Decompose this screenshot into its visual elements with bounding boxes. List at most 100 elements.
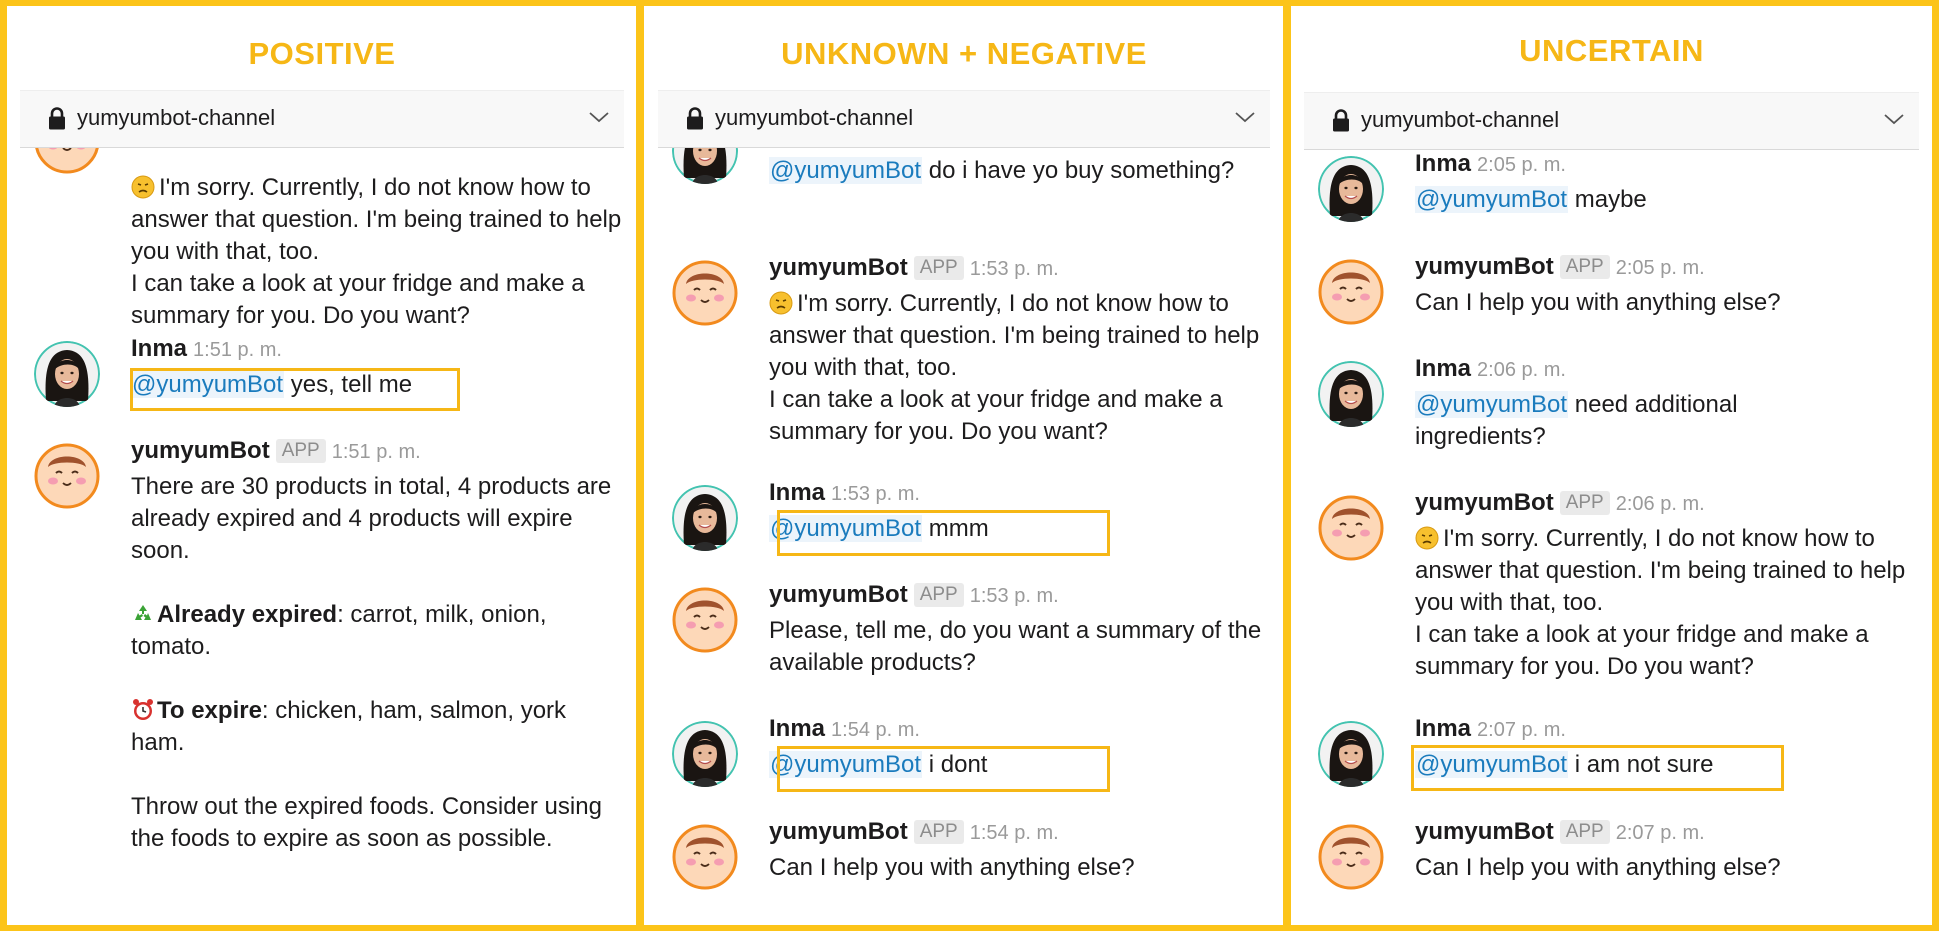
user-avatar-inma-icon <box>1318 361 1384 427</box>
bot-avatar-yumyumbot-icon <box>34 443 100 509</box>
comparison-figure: POSITIVE yumyumbot-channel I'm sorry. Cu… <box>0 0 1939 931</box>
message-author[interactable]: Inma <box>131 335 187 362</box>
message-time[interactable]: 1:51 p. m. <box>332 441 421 463</box>
message-author[interactable]: Inma <box>1415 355 1471 382</box>
app-badge: APP <box>1559 255 1610 279</box>
bot-avatar-yumyumbot-icon <box>35 148 99 174</box>
message-text: @yumyumBot do i have yo buy something? <box>769 157 1235 184</box>
message-text: Please, tell me, do you want a summary o… <box>769 617 1262 676</box>
message-text: @yumyumBot need additional ingredients? <box>1415 391 1738 450</box>
bot-avatar-yumyumbot-icon <box>672 260 738 326</box>
message-time[interactable]: 1:54 p. m. <box>831 719 920 741</box>
user-avatar <box>1318 721 1384 787</box>
bot-avatar-yumyumbot-icon <box>672 587 738 653</box>
message-author[interactable]: yumyumBot <box>769 581 908 608</box>
frame-border-left <box>0 0 7 931</box>
panel-title: UNKNOWN + NEGATIVE <box>781 36 1147 71</box>
message-author[interactable]: Inma <box>769 479 825 506</box>
message-text: @yumyumBot maybe <box>1415 186 1647 213</box>
app-badge: APP <box>275 439 326 463</box>
expired-line: Already expired: carrot, milk, onion, to… <box>131 601 547 660</box>
channel-header[interactable]: yumyumbot-channel <box>658 90 1270 148</box>
panel-unknown-negative: UNKNOWN + NEGATIVE yumyumbot-channel @yu… <box>644 0 1284 931</box>
message-time[interactable]: 2:06 p. m. <box>1616 493 1705 515</box>
bot-avatar <box>1318 824 1384 890</box>
message-author[interactable]: yumyumBot <box>769 818 908 845</box>
channel-header[interactable]: yumyumbot-channel <box>20 90 624 148</box>
bot-avatar <box>672 824 738 890</box>
frame-border-top <box>0 0 1939 6</box>
user-avatar <box>34 341 100 407</box>
message-author[interactable]: yumyumBot <box>1415 253 1554 280</box>
summary-text: There are 30 products in total, 4 produc… <box>131 473 612 564</box>
message-text: Can I help you with anything else? <box>1415 854 1781 881</box>
message-author[interactable]: yumyumBot <box>769 254 908 281</box>
recycle-emoji <box>131 602 155 626</box>
channel-name: yumyumbot-channel <box>1361 107 1560 132</box>
bot-avatar <box>1318 495 1384 561</box>
highlight-box <box>1411 745 1784 791</box>
message-list: I'm sorry. Currently, I do not know how … <box>6 148 638 911</box>
message-author[interactable]: Inma <box>769 715 825 742</box>
panel-divider <box>1283 0 1291 931</box>
bot-avatar <box>34 443 100 509</box>
message-author[interactable]: yumyumBot <box>131 437 270 464</box>
frame-border-bottom <box>0 925 1939 931</box>
user-avatar <box>672 721 738 787</box>
panel-title: UNCERTAIN <box>1519 33 1704 68</box>
channel-name: yumyumbot-channel <box>77 105 276 130</box>
highlight-box <box>777 510 1110 556</box>
message-text: I'm sorry. Currently, I do not know how … <box>131 174 622 329</box>
panel-uncertain: UNCERTAIN yumyumbot-channel Inma 2:05 p. … <box>1290 0 1933 931</box>
chevron-down-icon[interactable] <box>588 109 610 125</box>
channel-header[interactable]: yumyumbot-channel <box>1304 92 1919 150</box>
message-text: Can I help you with anything else? <box>769 854 1135 881</box>
bot-avatar-yumyumbot-icon <box>1318 824 1384 890</box>
user-avatar-inma-icon <box>34 341 100 407</box>
message-time[interactable]: 2:06 p. m. <box>1477 359 1566 381</box>
app-badge: APP <box>1559 820 1610 844</box>
message-text: I'm sorry. Currently, I do not know how … <box>769 290 1260 445</box>
message-time[interactable]: 1:54 p. m. <box>970 822 1059 844</box>
lock-icon <box>49 107 65 130</box>
message-time[interactable]: 1:51 p. m. <box>193 339 282 361</box>
bot-avatar <box>1318 259 1384 325</box>
message-time[interactable]: 1:53 p. m. <box>831 483 920 505</box>
message-author[interactable]: yumyumBot <box>1415 489 1554 516</box>
message-time[interactable]: 2:07 p. m. <box>1616 822 1705 844</box>
user-avatar-inma-icon <box>672 148 738 184</box>
message-time[interactable]: 2:05 p. m. <box>1477 154 1566 176</box>
message-time[interactable]: 2:05 p. m. <box>1616 257 1705 279</box>
message-text: There are 30 products in total, 4 produc… <box>131 471 624 855</box>
chevron-down-icon[interactable] <box>1883 111 1905 127</box>
bot-avatar-yumyumbot-icon <box>1318 259 1384 325</box>
message-text: I'm sorry. Currently, I do not know how … <box>1415 525 1906 680</box>
user-avatar-inma-icon <box>672 485 738 551</box>
user-avatar <box>672 148 738 184</box>
message-time[interactable]: 1:53 p. m. <box>970 585 1059 607</box>
message-author[interactable]: yumyumBot <box>1415 818 1554 845</box>
bot-avatar-yumyumbot-icon <box>672 824 738 890</box>
mention[interactable]: @yumyumBot <box>769 157 923 184</box>
message-time[interactable]: 2:07 p. m. <box>1477 719 1566 741</box>
channel-name: yumyumbot-channel <box>715 105 914 130</box>
message-time[interactable]: 1:53 p. m. <box>970 258 1059 280</box>
chevron-down-icon[interactable] <box>1234 109 1256 125</box>
lock-icon <box>1333 109 1349 132</box>
app-badge: APP <box>913 583 964 607</box>
message-author[interactable]: Inma <box>1415 150 1471 177</box>
expire-line: To expire: chicken, ham, salmon, york ha… <box>131 697 567 756</box>
app-badge: APP <box>1559 491 1610 515</box>
bot-avatar-yumyumbot-icon <box>1318 495 1384 561</box>
alarm-clock-emoji <box>131 698 155 722</box>
user-avatar <box>672 485 738 551</box>
highlight-box <box>777 746 1110 792</box>
message-text: Can I help you with anything else? <box>1415 289 1781 316</box>
mention[interactable]: @yumyumBot <box>1415 391 1569 418</box>
message-author[interactable]: Inma <box>1415 715 1471 742</box>
panel-positive: POSITIVE yumyumbot-channel I'm sorry. Cu… <box>6 0 638 931</box>
user-avatar-inma-icon <box>1318 721 1384 787</box>
message-list: Inma 2:05 p. m. @yumyumBot maybe yumyumBo… <box>1290 148 1933 911</box>
user-avatar <box>1318 361 1384 427</box>
mention[interactable]: @yumyumBot <box>1415 186 1569 213</box>
